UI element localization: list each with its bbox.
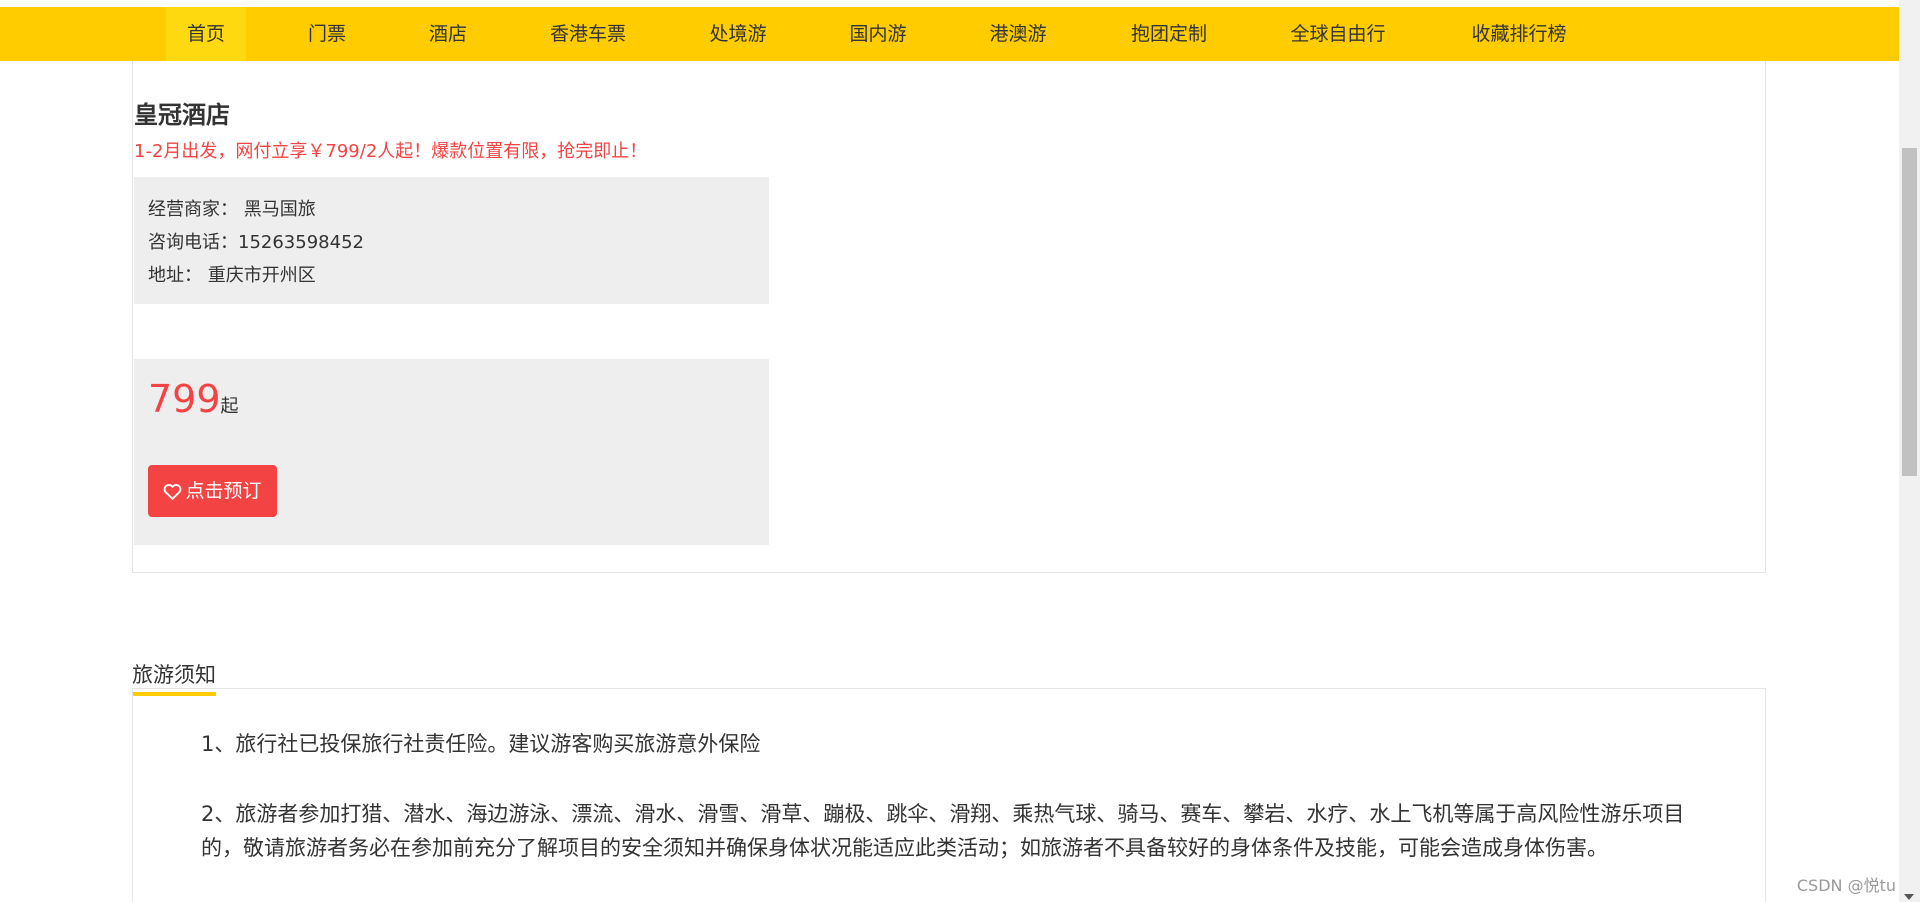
price-box: 799起 点击预订 bbox=[134, 359, 769, 545]
price-unit: 起 bbox=[220, 396, 239, 417]
nav-item-tickets[interactable]: 门票 bbox=[287, 7, 367, 61]
nav-item-group-custom[interactable]: 抱团定制 bbox=[1119, 7, 1219, 61]
notice-paragraph-2: 2、旅游者参加打猎、潜水、海边游泳、漂流、滑水、滑雪、滑草、蹦极、跳伞、滑翔、乘… bbox=[201, 802, 1685, 860]
notice-paragraph-1: 1、旅行社已投保旅行社责任险。建议游客购买旅游意外保险 bbox=[201, 732, 761, 756]
hotel-name: 皇冠酒店 bbox=[134, 101, 230, 129]
watermark: CSDN @悦tu bbox=[1796, 876, 1896, 895]
merchant-info-box: 经营商家： 黑马国旅 咨询电话：15263598452 地址： 重庆市开州区 bbox=[134, 177, 769, 304]
nav-item-global-free-travel[interactable]: 全球自由行 bbox=[1283, 7, 1393, 61]
nav-item-hotels[interactable]: 酒店 bbox=[408, 7, 488, 61]
scroll-down-arrow-icon[interactable] bbox=[1904, 894, 1914, 900]
page: 首页 门票 酒店 香港车票 处境游 国内游 港澳游 抱团定制 全球自由行 收藏排… bbox=[0, 0, 1920, 902]
promo-text: 1-2月出发，网付立享￥799/2人起！爆款位置有限，抢完即止！ bbox=[134, 141, 648, 162]
nav-item-favorites-ranking[interactable]: 收藏排行榜 bbox=[1464, 7, 1574, 61]
price-amount: 799 bbox=[148, 377, 221, 421]
book-now-label: 点击预订 bbox=[185, 480, 262, 502]
top-strip bbox=[0, 0, 1899, 7]
address-label: 地址： bbox=[148, 265, 202, 286]
address-line: 地址： 重庆市开州区 bbox=[148, 261, 316, 287]
book-now-button[interactable]: 点击预订 bbox=[148, 465, 277, 517]
phone-label: 咨询电话： bbox=[148, 232, 238, 253]
vertical-scrollbar[interactable] bbox=[1899, 0, 1920, 902]
merchant-label: 经营商家： bbox=[148, 199, 238, 220]
travel-notice-box: 1、旅行社已投保旅行社责任险。建议游客购买旅游意外保险 2、旅游者参加打猎、潜水… bbox=[132, 688, 1766, 902]
nav-item-hk-bus-tickets[interactable]: 香港车票 bbox=[538, 7, 638, 61]
scrollbar-thumb[interactable] bbox=[1902, 148, 1917, 476]
merchant-value: 黑马国旅 bbox=[243, 199, 316, 220]
phone-value: 15263598452 bbox=[238, 232, 364, 253]
heart-icon bbox=[164, 483, 182, 500]
main-nav: 首页 门票 酒店 香港车票 处境游 国内游 港澳游 抱团定制 全球自由行 收藏排… bbox=[0, 7, 1899, 61]
nav-item-domestic-tours[interactable]: 国内游 bbox=[834, 7, 922, 61]
nav-item-outbound-tours[interactable]: 处境游 bbox=[694, 7, 782, 61]
price: 799起 bbox=[148, 377, 239, 421]
phone-line: 咨询电话：15263598452 bbox=[148, 228, 364, 254]
merchant-line: 经营商家： 黑马国旅 bbox=[148, 195, 316, 221]
nav-item-hk-macau-tours[interactable]: 港澳游 bbox=[974, 7, 1062, 61]
address-value: 重庆市开州区 bbox=[207, 265, 316, 286]
nav-item-home[interactable]: 首页 bbox=[166, 7, 246, 61]
